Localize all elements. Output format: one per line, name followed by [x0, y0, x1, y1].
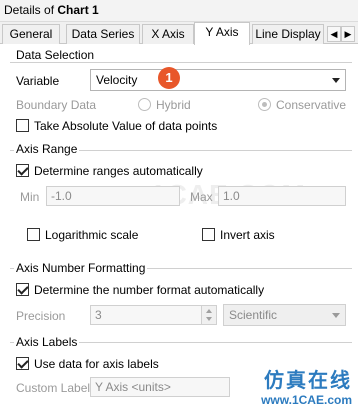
log-scale-checkbox[interactable] — [27, 228, 40, 241]
absolute-value-checkbox[interactable] — [16, 119, 29, 132]
log-scale-label: Logarithmic scale — [45, 228, 139, 242]
chart-name: Chart 1 — [57, 3, 99, 17]
custom-label-label: Custom Label — [16, 381, 91, 395]
panel-title: Details of Chart 1 — [0, 0, 358, 22]
brand-watermark: 仿真在线 www.1CAE.com — [261, 364, 352, 407]
precision-stepper[interactable] — [201, 305, 217, 325]
brand-cn: 仿真在线 — [264, 368, 352, 392]
hybrid-label: Hybrid — [156, 98, 191, 112]
brand-url: www.1CAE.com — [261, 393, 352, 407]
tab-general[interactable]: General — [2, 24, 60, 44]
chevron-right-icon[interactable]: ▶ — [341, 26, 355, 42]
tab-data-series[interactable]: Data Series — [66, 24, 140, 44]
group-title-data-selection: Data Selection — [14, 48, 97, 62]
stepper-down-icon[interactable] — [206, 317, 212, 321]
use-data-labels-label: Use data for axis labels — [34, 357, 159, 371]
use-data-labels-checkbox[interactable] — [16, 357, 29, 370]
format-value: Scientific — [229, 308, 278, 322]
tab-x-axis[interactable]: X Axis — [142, 24, 194, 44]
chevron-down-icon — [332, 78, 340, 83]
precision-value: 3 — [95, 308, 102, 322]
min-label: Min — [20, 190, 40, 204]
hybrid-radio[interactable] — [138, 98, 151, 111]
tab-label: Y Axis — [205, 25, 239, 39]
tab-label: General — [9, 27, 53, 41]
min-value: -1.0 — [51, 189, 72, 203]
format-select[interactable]: Scientific — [223, 304, 346, 326]
absolute-value-label: Take Absolute Value of data points — [34, 119, 218, 133]
min-input[interactable]: -1.0 — [46, 186, 180, 206]
auto-range-label: Determine ranges automatically — [34, 164, 203, 178]
custom-label-value: Y Axis <units> — [95, 380, 171, 394]
max-label: Max — [190, 190, 213, 204]
group-title-number-format: Axis Number Formatting — [14, 261, 148, 275]
custom-label-input[interactable]: Y Axis <units> — [90, 377, 230, 397]
invert-axis-checkbox[interactable] — [202, 228, 215, 241]
group-divider — [10, 62, 352, 63]
stepper-up-icon[interactable] — [206, 309, 212, 313]
variable-select[interactable]: Velocity — [90, 69, 346, 91]
auto-range-checkbox[interactable] — [16, 164, 29, 177]
max-input[interactable]: 1.0 — [218, 186, 346, 206]
tab-line-display[interactable]: Line Display — [252, 24, 324, 44]
chevron-left-icon[interactable]: ◀ — [327, 26, 341, 42]
tab-label: Line Display — [255, 27, 321, 41]
tab-y-axis[interactable]: Y Axis — [194, 22, 250, 45]
precision-input[interactable]: 3 — [90, 305, 202, 325]
conservative-label: Conservative — [276, 98, 347, 112]
invert-axis-label: Invert axis — [220, 228, 275, 242]
title-prefix: Details of — [4, 3, 58, 17]
auto-format-label: Determine the number format automaticall… — [34, 283, 265, 297]
tab-bar: General Data Series X Axis Y Axis Line D… — [0, 22, 358, 45]
chevron-down-icon — [332, 313, 340, 318]
variable-label: Variable — [16, 74, 60, 88]
tab-label: X Axis — [151, 27, 185, 41]
group-title-axis-labels: Axis Labels — [14, 335, 80, 349]
auto-format-checkbox[interactable] — [16, 283, 29, 296]
y-axis-panel: 1CAE.COM Data Selection Variable Velocit… — [0, 44, 358, 409]
max-value: 1.0 — [223, 189, 240, 203]
group-title-axis-range: Axis Range — [14, 142, 80, 156]
precision-label: Precision — [16, 309, 66, 323]
variable-value: Velocity — [96, 73, 138, 87]
tab-label: Data Series — [71, 27, 135, 41]
boundary-data-label: Boundary Data — [16, 98, 97, 112]
step-badge: 1 — [158, 67, 180, 89]
conservative-radio[interactable] — [258, 98, 271, 111]
